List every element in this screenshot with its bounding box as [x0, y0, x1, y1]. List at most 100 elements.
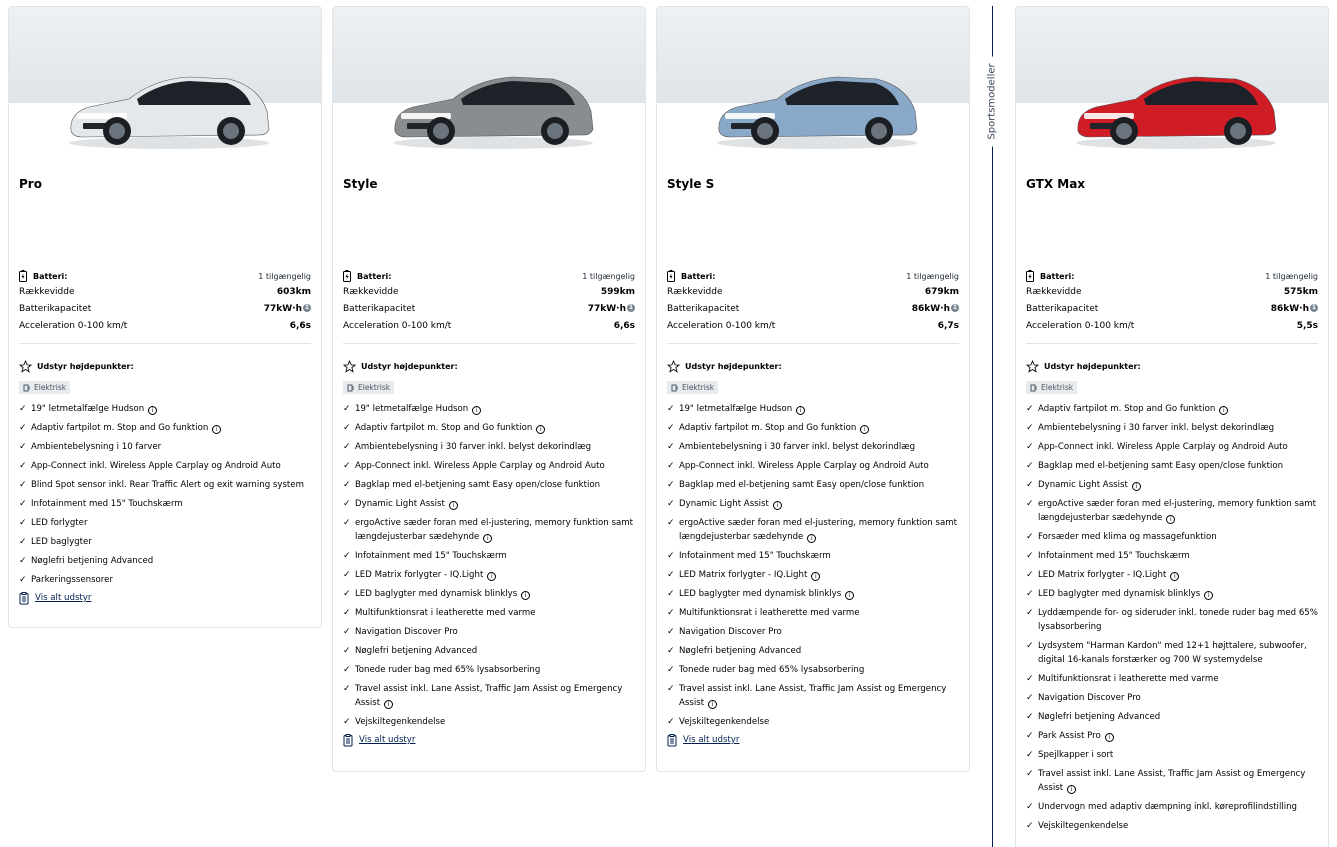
- checkmark-icon: ✓: [19, 441, 27, 452]
- equipment-label: Infotainment med 15" Touchskærm: [1038, 550, 1190, 561]
- info-badge-icon[interactable]: 1: [1310, 303, 1318, 312]
- range-label: Rækkevidde: [1026, 286, 1082, 297]
- info-icon[interactable]: i: [536, 424, 546, 434]
- equipment-item: ✓ Infotainment med 15" Touchskærm: [667, 549, 959, 563]
- info-badge-icon[interactable]: 1: [303, 303, 311, 312]
- equipment-label: App-Connect inkl. Wireless Apple Carplay…: [31, 460, 281, 471]
- availability-count: 1 tilgængelig: [258, 271, 311, 281]
- checkmark-icon: ✓: [343, 664, 351, 675]
- info-icon[interactable]: i: [1067, 784, 1077, 794]
- see-all-label: Vis alt udstyr: [683, 735, 740, 745]
- equipment-label: Multifunktionsrat i leatherette med varm…: [1038, 673, 1219, 684]
- checkmark-icon: ✓: [1026, 673, 1034, 684]
- info-icon[interactable]: i: [212, 424, 222, 434]
- info-icon[interactable]: i: [483, 533, 493, 543]
- equipment-label: LED baglygter med dynamisk blinklys: [355, 588, 518, 599]
- range-value: 575km: [1283, 286, 1318, 297]
- capacity-row: Batterikapacitet 86kW·h 1: [667, 300, 959, 317]
- info-icon[interactable]: i: [148, 405, 158, 415]
- equipment-item: ✓ LED baglygter: [19, 535, 311, 549]
- equipment-item: ✓ Blind Spot sensor inkl. Rear Traffic A…: [19, 478, 311, 492]
- equipment-item: ✓ Parkeringssensorer: [19, 573, 311, 587]
- info-icon[interactable]: i: [860, 424, 870, 434]
- checkmark-icon: ✓: [343, 403, 351, 414]
- equipment-label: App-Connect inkl. Wireless Apple Carplay…: [1038, 441, 1288, 452]
- checkmark-icon: ✓: [19, 403, 27, 414]
- document-icon: [19, 591, 29, 604]
- checkmark-icon: ✓: [343, 607, 351, 618]
- info-icon[interactable]: i: [521, 590, 531, 600]
- equipment-label: Tonede ruder bag med 65% lysabsorbering: [679, 664, 865, 675]
- equipment-label: Blind Spot sensor inkl. Rear Traffic Ale…: [31, 479, 304, 490]
- info-icon[interactable]: i: [1219, 405, 1229, 415]
- equipment-label: Lydsystem "Harman Kardon" med 12+1 højtt…: [1038, 640, 1307, 665]
- electric-plug-icon: [347, 384, 354, 391]
- info-icon[interactable]: i: [1170, 571, 1180, 581]
- electric-badge: Elektrisk: [19, 381, 71, 394]
- equipment-label: 19" letmetalfælge Hudson: [355, 403, 469, 414]
- equipment-item: ✓ Ambientebelysning i 30 farver inkl. be…: [1026, 421, 1318, 435]
- info-icon[interactable]: i: [472, 405, 482, 415]
- equipment-item: ✓ LED baglygter med dynamisk blinklys i: [667, 587, 959, 601]
- range-label: Rækkevidde: [667, 286, 723, 297]
- equipment-item: ✓ Ambientebelysning i 10 farver: [19, 440, 311, 454]
- checkmark-icon: ✓: [1026, 749, 1034, 760]
- info-icon[interactable]: i: [1131, 481, 1141, 491]
- availability-count: 1 tilgængelig: [582, 271, 635, 281]
- battery-specs: Batteri: 1 tilgængelig Rækkevidde 603km Ba…: [19, 269, 311, 344]
- see-all-equipment-link[interactable]: Vis alt udstyr: [19, 591, 311, 605]
- info-icon[interactable]: i: [1166, 514, 1176, 524]
- equipment-label: ergoActive sæder foran med el-justering,…: [679, 517, 957, 542]
- checkmark-icon: ✓: [1026, 403, 1034, 414]
- info-icon[interactable]: i: [811, 571, 821, 581]
- battery-icon: [343, 270, 351, 282]
- info-icon[interactable]: i: [845, 590, 855, 600]
- model-card[interactable]: GTX Max Batteri: 1 tilgængelig Rækkevidde…: [1015, 6, 1329, 847]
- model-card[interactable]: Pro Batteri: 1 tilgængelig Rækkevidde 603k…: [8, 6, 322, 628]
- equipment-list: ✓ 19" letmetalfælge Hudson i ✓ Adaptiv fa…: [667, 402, 959, 729]
- equipment-label: LED Matrix forlygter - IQ.Light: [679, 569, 808, 580]
- equipment-label: ergoActive sæder foran med el-justering,…: [1038, 498, 1316, 523]
- equipment-label: Nøglefri betjening Advanced: [31, 555, 154, 566]
- equipment-item: ✓ Infotainment med 15" Touchskærm: [1026, 549, 1318, 563]
- model-card[interactable]: Style Batteri: 1 tilgængelig Rækkevidde 59…: [332, 6, 646, 772]
- info-badge-icon[interactable]: 1: [627, 303, 635, 312]
- see-all-equipment-link[interactable]: Vis alt udstyr: [343, 733, 635, 747]
- equipment-highlights: Udstyr højdepunkter: Elektrisk ✓ 19" let…: [19, 359, 311, 605]
- checkmark-icon: ✓: [343, 460, 351, 471]
- equipment-label: Travel assist inkl. Lane Assist, Traffic…: [355, 683, 623, 708]
- equipment-item: ✓ Vejskiltegenkendelse: [1026, 819, 1318, 833]
- highlights-heading: Udstyr højdepunkter:: [37, 361, 134, 371]
- see-all-equipment-link[interactable]: Vis alt udstyr: [667, 733, 959, 747]
- equipment-item: ✓ LED Matrix forlygter - IQ.Light i: [667, 568, 959, 582]
- info-icon[interactable]: i: [772, 500, 782, 510]
- info-icon[interactable]: i: [487, 571, 497, 581]
- checkmark-icon: ✓: [667, 683, 675, 694]
- info-badge-icon[interactable]: 1: [951, 303, 959, 312]
- equipment-label: Bagklap med el-betjening samt Easy open/…: [679, 479, 925, 490]
- checkmark-icon: ✓: [343, 645, 351, 656]
- range-row: Rækkevidde 599km: [343, 283, 635, 300]
- sports-models-separator: Sportsmodeller: [986, 6, 998, 847]
- checkmark-icon: ✓: [1026, 422, 1034, 433]
- info-icon[interactable]: i: [1204, 590, 1214, 600]
- info-icon[interactable]: i: [448, 500, 458, 510]
- electric-plug-icon: [1030, 384, 1037, 391]
- info-icon[interactable]: i: [384, 699, 394, 709]
- model-card[interactable]: Style S Batteri: 1 tilgængelig Rækkevidde…: [656, 6, 970, 772]
- checkmark-icon: ✓: [667, 403, 675, 414]
- battery-label: Batteri:: [1040, 271, 1075, 281]
- info-icon[interactable]: i: [708, 699, 718, 709]
- info-icon[interactable]: i: [807, 533, 817, 543]
- car-hero: [1016, 7, 1328, 153]
- info-icon[interactable]: i: [1104, 732, 1114, 742]
- checkmark-icon: ✓: [19, 460, 27, 471]
- highlights-heading: Udstyr højdepunkter:: [685, 361, 782, 371]
- info-icon[interactable]: i: [796, 405, 806, 415]
- checkmark-icon: ✓: [343, 517, 351, 528]
- equipment-label: 19" letmetalfælge Hudson: [679, 403, 793, 414]
- equipment-label: Adaptiv fartpilot m. Stop and Go funktio…: [31, 422, 209, 433]
- electric-badge-label: Elektrisk: [358, 383, 391, 392]
- equipment-label: Navigation Discover Pro: [355, 626, 458, 637]
- equipment-item: ✓ LED baglygter med dynamisk blinklys i: [1026, 587, 1318, 601]
